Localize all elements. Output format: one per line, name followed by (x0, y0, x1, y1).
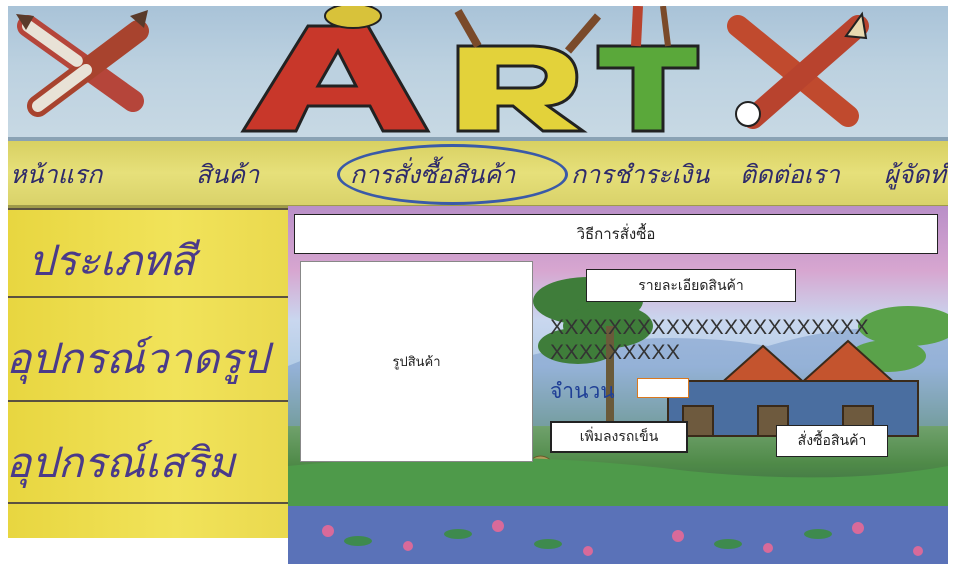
crossed-brushes-icon (16, 10, 149, 117)
artx-logo-artwork (16, 6, 869, 133)
quantity-label: จำนวน (550, 380, 615, 403)
divider (8, 400, 288, 402)
product-details-button[interactable]: รายละเอียดสินค้า (586, 269, 796, 302)
quantity-input[interactable] (637, 378, 689, 398)
order-content-area: วิธีการสั่งซื้อ รูปสินค้า รายละเอียดสินค… (288, 206, 948, 564)
main-navigation: หน้าแรก สินค้า การสั่งซื้อสินค้า การชำระ… (8, 141, 948, 208)
divider (8, 208, 288, 210)
product-description-line-2: XXXXXXXXX (550, 341, 681, 364)
category-sidebar: ประเภทสี อุปกรณ์วาดรูป อุปกรณ์เสริม (8, 208, 288, 538)
nav-item-ordering[interactable]: การสั่งซื้อสินค้า (350, 155, 515, 195)
how-to-order-banner[interactable]: วิธีการสั่งซื้อ (294, 214, 938, 254)
add-to-cart-button[interactable]: เพิ่มลงรถเข็น (550, 421, 688, 453)
category-drawing-tools[interactable]: อุปกรณ์วาดรูป (8, 326, 286, 392)
nav-item-contact[interactable]: ติดต่อเรา (740, 155, 840, 195)
nav-item-creators[interactable]: ผู้จัดทำ (884, 155, 948, 195)
product-image-placeholder: รูปสินค้า (300, 261, 533, 462)
logo-letter-a (240, 6, 431, 133)
logo-letter-t (596, 6, 700, 133)
logo-letter-r (454, 9, 602, 133)
category-paint-types[interactable]: ประเภทสี (28, 228, 288, 294)
crossed-pencils-icon (727, 11, 869, 129)
header-banner (8, 6, 948, 141)
category-accessories[interactable]: อุปกรณ์เสริม (8, 430, 286, 496)
nav-item-home[interactable]: หน้าแรก (10, 155, 102, 195)
product-description-line-1: XXXXXXXXXXXXXXXXXXXXXX (550, 316, 870, 339)
nav-item-products[interactable]: สินค้า (196, 155, 259, 195)
order-product-button[interactable]: สั่งซื้อสินค้า (776, 425, 888, 457)
nav-item-payment[interactable]: การชำระเงิน (571, 155, 709, 195)
divider (8, 502, 288, 504)
divider (8, 296, 288, 298)
